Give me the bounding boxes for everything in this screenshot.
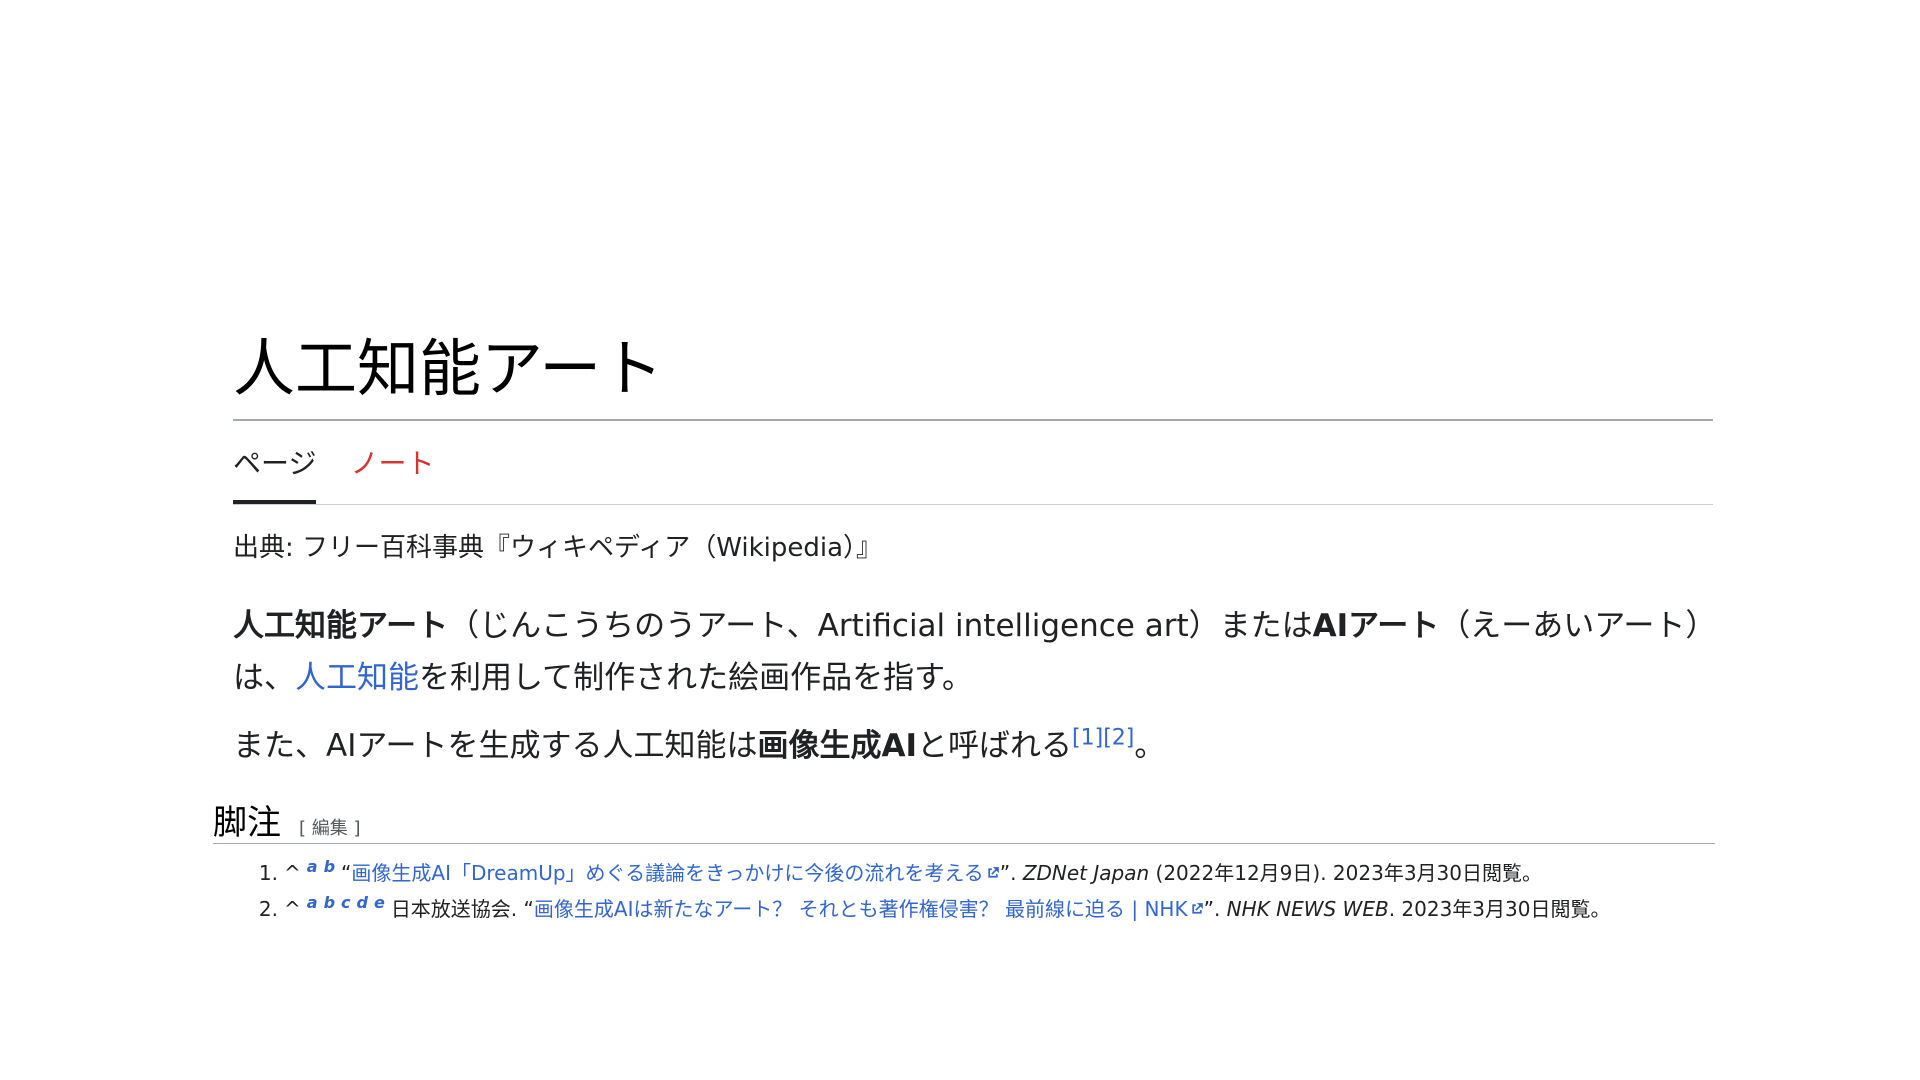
tabs-divider [233, 504, 1713, 505]
namespace-tabs: ページ ノート [233, 440, 434, 504]
link-ai[interactable]: 人工知能 [295, 660, 419, 696]
reference-publisher: NHK NEWS WEB [1226, 897, 1389, 921]
backlink-d[interactable]: d [357, 893, 368, 912]
edit-section-link[interactable]: [ 編集 ] [299, 814, 361, 840]
term-image-gen-ai: 画像生成AI [757, 728, 918, 764]
reference-number: 1. [258, 861, 278, 885]
external-link-icon [1191, 903, 1203, 914]
reference-link[interactable]: 画像生成AIは新たなアート？ それとも著作権侵害？ 最前線に迫る | NHK [534, 897, 1204, 921]
backlink-a[interactable]: a [307, 857, 318, 876]
page-title: 人工知能アート [233, 332, 664, 405]
title-divider [233, 419, 1713, 421]
citation-2[interactable]: [2] [1103, 726, 1134, 751]
backlink-e[interactable]: e [374, 893, 385, 912]
reference-link[interactable]: 画像生成AI「DreamUp」めぐる議論をきっかけに今後の流れを考える [351, 861, 999, 885]
caret-icon: ^ [284, 861, 301, 885]
reference-item: 2. ^ a b c d e 日本放送協会. “画像生成AIは新たなアート？ それとも著作権侵… [256, 891, 1611, 927]
backlink-b[interactable]: b [324, 857, 335, 876]
footnotes-heading-text: 脚注 [213, 803, 281, 843]
reference-item: 1. ^ a b “画像生成AI「DreamUp」めぐる議論をきっかけに今後の流れを考え… [256, 855, 1610, 891]
backlink-a[interactable]: a [307, 893, 318, 912]
reference-publisher: ZDNet Japan [1022, 861, 1150, 885]
lead-paragraph: 人工知能アート（じんこうちのうアート、Artificial intelligen… [233, 608, 1701, 696]
backlink-c[interactable]: c [341, 893, 350, 912]
caret-icon: ^ [284, 897, 301, 921]
term-alt-bold: AIアート [1312, 608, 1440, 644]
external-link-icon [988, 867, 999, 878]
reference-backlinks: ab [307, 859, 341, 885]
citation-1[interactable]: [1] [1072, 726, 1103, 751]
reference-number: 2. [258, 897, 278, 921]
site-subtitle: 出典: フリー百科事典『ウィキペディア（Wikipedia）』 [233, 533, 883, 563]
footnotes-heading: 脚注 [ 編集 ] [213, 795, 361, 844]
reference-backlinks: abcde [307, 895, 391, 921]
tab-talk[interactable]: ノート [350, 440, 434, 504]
citation-refs: [1][2] [1072, 726, 1134, 751]
backlink-b[interactable]: b [324, 893, 335, 912]
term-bold: 人工知能アート [233, 608, 449, 644]
reference-author: 日本放送協会. [390, 897, 524, 921]
tab-page[interactable]: ページ [233, 440, 317, 504]
references-list: 1. ^ a b “画像生成AI「DreamUp」めぐる議論をきっかけに今後の流れを考え… [256, 855, 1611, 927]
footnotes-divider [213, 843, 1715, 844]
second-paragraph: また、AIアートを生成する人工知能は画像生成AIと呼ばれる[1][2]。 [233, 725, 1166, 764]
